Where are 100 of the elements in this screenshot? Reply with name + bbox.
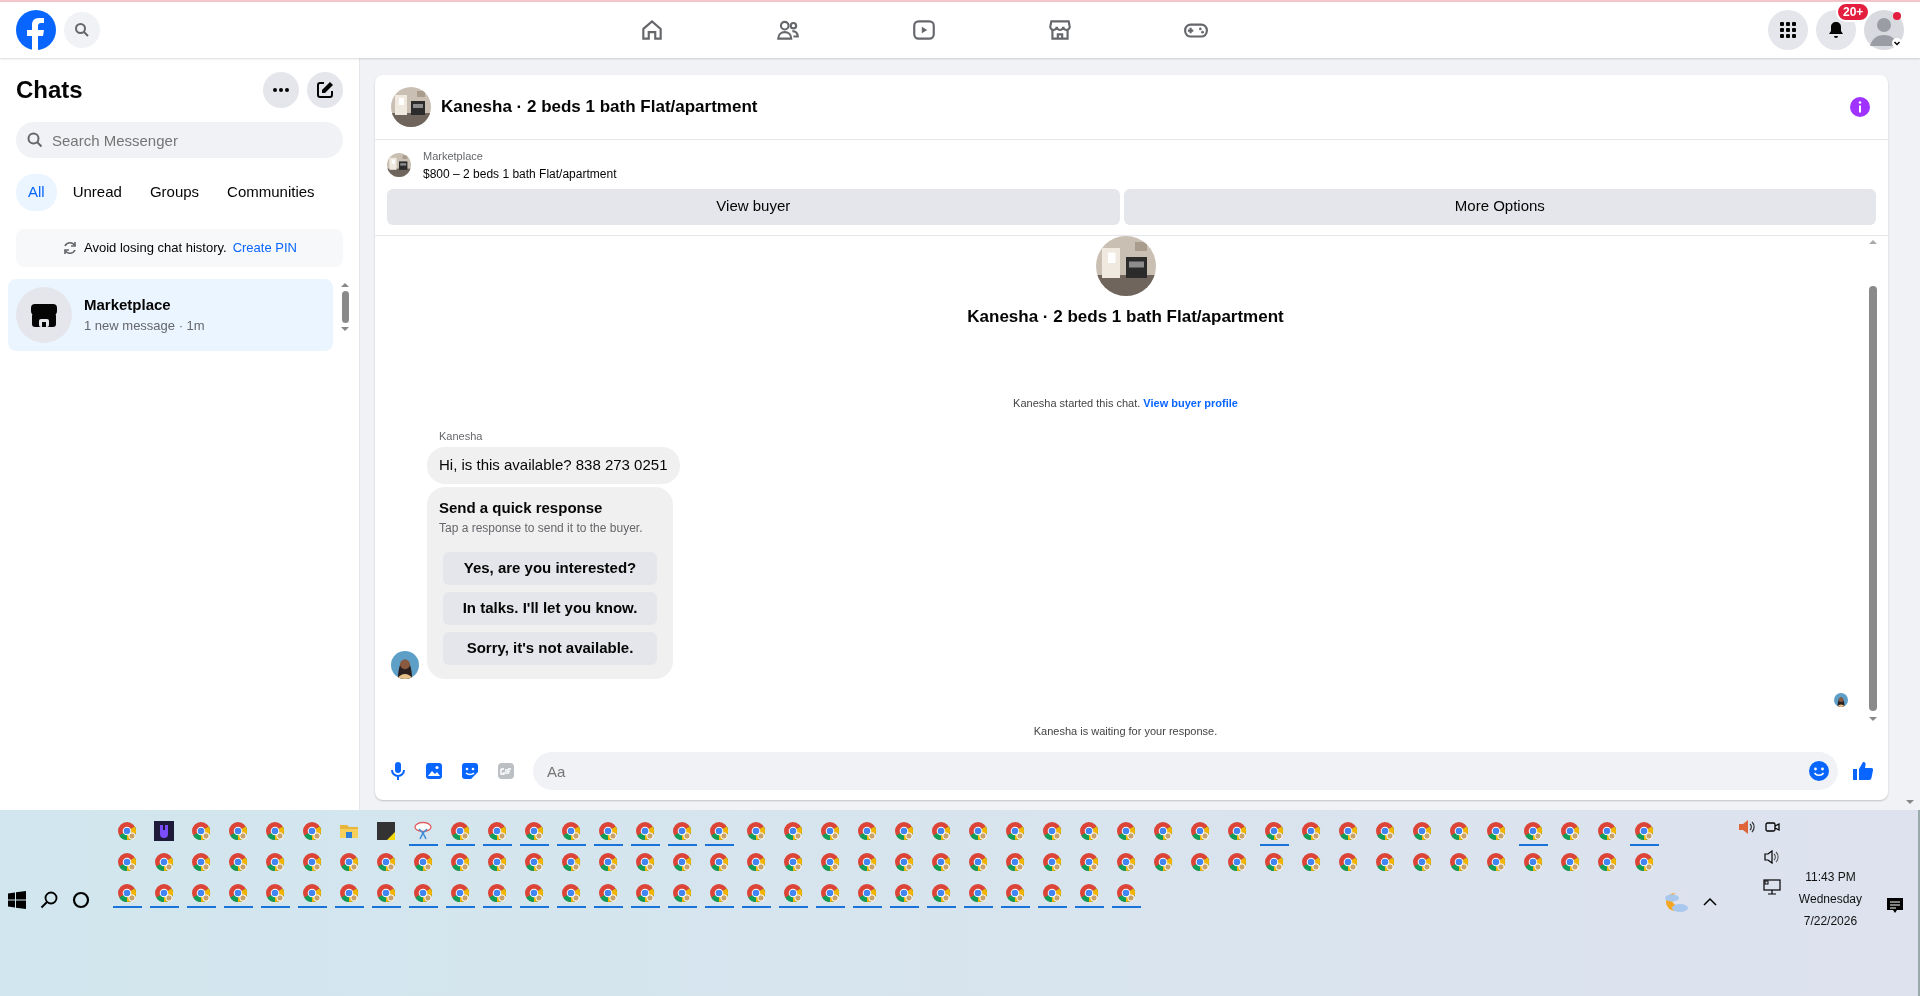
- chrome-icon: [265, 852, 286, 872]
- chrome-icon: [709, 852, 730, 872]
- snipping-icon: [413, 821, 434, 841]
- chrome-icon: [931, 852, 952, 872]
- chat-started-text: Kanesha started this chat. View buyer profile: [1013, 396, 1238, 411]
- chrome-icon: [1597, 821, 1618, 841]
- chrome-icon: [783, 883, 804, 903]
- chrome-icon: [1412, 821, 1433, 841]
- chrome-icon: [672, 821, 693, 841]
- chrome-icon: [1190, 852, 1211, 872]
- view-buyer-profile-link[interactable]: View buyer profile: [1143, 397, 1238, 409]
- chrome-icon: [228, 821, 249, 841]
- options-button[interactable]: [263, 72, 299, 108]
- chrome-icon: [1634, 821, 1655, 841]
- marketplace-icon: [1047, 17, 1073, 43]
- new-message-button[interactable]: [307, 72, 343, 108]
- compose-icon: [315, 80, 335, 100]
- quick-reply-button[interactable]: In talks. I'll let you know.: [443, 592, 657, 625]
- emoji-icon[interactable]: [1808, 760, 1830, 782]
- chrome-icon: [413, 852, 434, 872]
- search-icon: [74, 22, 90, 38]
- chrome-icon: [598, 821, 619, 841]
- chat-item[interactable]: Marketplace 1 new message · 1m: [8, 278, 333, 351]
- chrome-icon: [561, 852, 582, 872]
- video-icon: [911, 17, 937, 43]
- chrome-icon: [1079, 883, 1100, 903]
- cortana-icon[interactable]: [72, 891, 90, 909]
- chrome-icon: [561, 821, 582, 841]
- chrome-icon: [154, 883, 175, 903]
- create-pin-link[interactable]: Create PIN: [232, 237, 297, 258]
- menu-button[interactable]: [1768, 10, 1808, 50]
- chrome-icon: [1523, 852, 1544, 872]
- chrome-icon: [1079, 852, 1100, 872]
- windows-start-icon[interactable]: [8, 891, 26, 909]
- filter-tab[interactable]: Communities: [215, 174, 327, 211]
- chrome-icon: [1190, 821, 1211, 841]
- chrome-icon: [1486, 821, 1507, 841]
- search-button[interactable]: [64, 12, 100, 48]
- filter-tab[interactable]: Unread: [60, 174, 134, 211]
- search-field[interactable]: Search Messenger: [16, 122, 343, 158]
- chevron-up-icon[interactable]: [1702, 897, 1717, 907]
- speaker-icon[interactable]: [1736, 818, 1755, 836]
- info-button[interactable]: [1850, 97, 1870, 117]
- chrome-icon: [228, 852, 249, 872]
- chrome-icon: [302, 852, 323, 872]
- clock-date: 7/22/2026: [1802, 913, 1859, 930]
- more-icon: [273, 88, 289, 92]
- gif-button[interactable]: [495, 760, 517, 782]
- scrollbar-thumb[interactable]: [341, 290, 349, 323]
- chrome-icon: [783, 821, 804, 841]
- notice-text: Avoid losing chat history.: [84, 238, 227, 257]
- bell-icon: [1826, 20, 1846, 40]
- message-field[interactable]: Aa: [533, 752, 1838, 790]
- chrome-icon: [450, 821, 471, 841]
- chrome-icon: [1486, 852, 1507, 872]
- search-icon[interactable]: [40, 891, 58, 909]
- chrome-icon: [524, 821, 545, 841]
- chrome-icon: [968, 852, 989, 872]
- chrome-icon: [1116, 821, 1137, 841]
- conversation-title: Kanesha · 2 beds 1 bath Flat/apartment: [441, 96, 759, 119]
- quick-reply-button[interactable]: Yes, are you interested?: [443, 552, 657, 585]
- chrome-icon: [1153, 852, 1174, 872]
- sticker-button[interactable]: [459, 760, 481, 782]
- chrome-icon: [339, 883, 360, 903]
- info-icon: [1850, 97, 1870, 117]
- message-bubble: Hi, is this available? 838 273 0251: [427, 447, 680, 484]
- action-button[interactable]: View buyer: [387, 188, 1120, 225]
- filter-tab[interactable]: Groups: [137, 174, 212, 211]
- filter-tab[interactable]: All: [16, 174, 57, 211]
- scrollbar-thumb[interactable]: [1869, 285, 1877, 711]
- volume-icon[interactable]: [1762, 848, 1781, 866]
- chat-name: Marketplace: [84, 294, 172, 315]
- scroll-up-icon[interactable]: [1868, 237, 1878, 246]
- gif-icon: [495, 760, 517, 782]
- profile-button[interactable]: [1864, 10, 1904, 50]
- chrome-icon: [820, 852, 841, 872]
- chrome-icon: [894, 821, 915, 841]
- sticker-icon: [459, 760, 481, 782]
- chrome-icon: [1264, 821, 1285, 841]
- chrome-icon: [376, 852, 397, 872]
- quick-reply-button[interactable]: Sorry, it's not available.: [443, 632, 657, 665]
- chrome-icon: [524, 883, 545, 903]
- chrome-icon: [672, 852, 693, 872]
- image-button[interactable]: [423, 760, 445, 782]
- chrome-icon: [709, 883, 730, 903]
- app-icon: [154, 821, 175, 841]
- waiting-status: Kanesha is waiting for your response.: [1032, 724, 1219, 739]
- chrome-icon: [968, 883, 989, 903]
- chrome-icon: [1042, 821, 1063, 841]
- scroll-down-icon[interactable]: [1868, 714, 1878, 723]
- chrome-icon: [1227, 852, 1248, 872]
- network-icon[interactable]: [1762, 878, 1781, 896]
- action-button[interactable]: More Options: [1123, 188, 1876, 225]
- sync-icon: [62, 239, 79, 256]
- chrome-icon: [1042, 852, 1063, 872]
- chrome-icon: [709, 821, 730, 841]
- like-button[interactable]: [1852, 760, 1874, 782]
- chrome-icon: [1523, 821, 1544, 841]
- chrome-icon: [1301, 821, 1322, 841]
- listing-summary: $800 – 2 beds 1 bath Flat/apartment: [423, 165, 617, 183]
